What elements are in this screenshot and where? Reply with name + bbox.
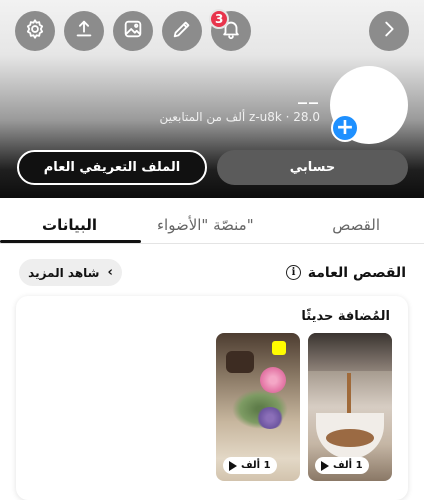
image-button[interactable] [113,11,153,51]
edit-button[interactable] [162,11,202,51]
forward-button[interactable] [369,11,409,51]
display-name: __ [298,84,320,105]
view-count: 1 ألف [223,457,277,474]
recently-added-title: المُضافة حديثًا [301,309,390,324]
story-thumbnail[interactable]: 1 ألف [308,333,392,481]
image-icon [122,18,144,44]
tab-stories[interactable]: القصص [332,216,380,234]
thumbnail-image [308,333,392,371]
story-thumbnail[interactable]: 1 ألف [216,333,300,481]
view-count-label: 1 ألف [241,460,271,471]
my-account-button[interactable]: حسابي [217,150,408,185]
share-button[interactable] [64,11,104,51]
chevron-right-icon [378,18,400,44]
settings-button[interactable] [15,11,55,51]
tab-insights[interactable]: البيانات [42,216,97,234]
play-icon [229,460,237,471]
profile-stats: z-u8k · 28.0 ألف من المتابعين [159,110,321,124]
pencil-icon [171,18,193,44]
notifications-button[interactable]: 3 [209,9,251,51]
share-icon [73,18,95,44]
chevron-left-icon: ‹ [107,265,113,280]
snapchat-logo-icon [272,341,286,355]
thumbnail-image [226,351,254,373]
see-more-label: شاهد المزيد [28,265,100,280]
view-count-label: 1 ألف [333,460,363,471]
plus-icon: + [335,115,355,140]
active-tab-indicator [0,240,141,243]
see-more-button[interactable]: شاهد المزيد ‹ [19,259,122,286]
gear-icon [24,18,46,44]
public-profile-button[interactable]: الملف التعريفي العام [17,150,207,185]
play-icon [321,460,329,471]
section-title: القصص العامة [307,265,406,281]
view-count: 1 ألف [315,457,369,474]
profile-header: 3 + __ z-u8k · 28.0 ألف من المتابعين حسا… [0,0,424,198]
tab-spotlight[interactable]: منصّة "الأضواء" [157,216,254,234]
add-story-button[interactable]: + [331,114,359,142]
tab-bar: القصص منصّة "الأضواء" البيانات [0,198,424,244]
info-icon[interactable]: i [286,265,301,280]
